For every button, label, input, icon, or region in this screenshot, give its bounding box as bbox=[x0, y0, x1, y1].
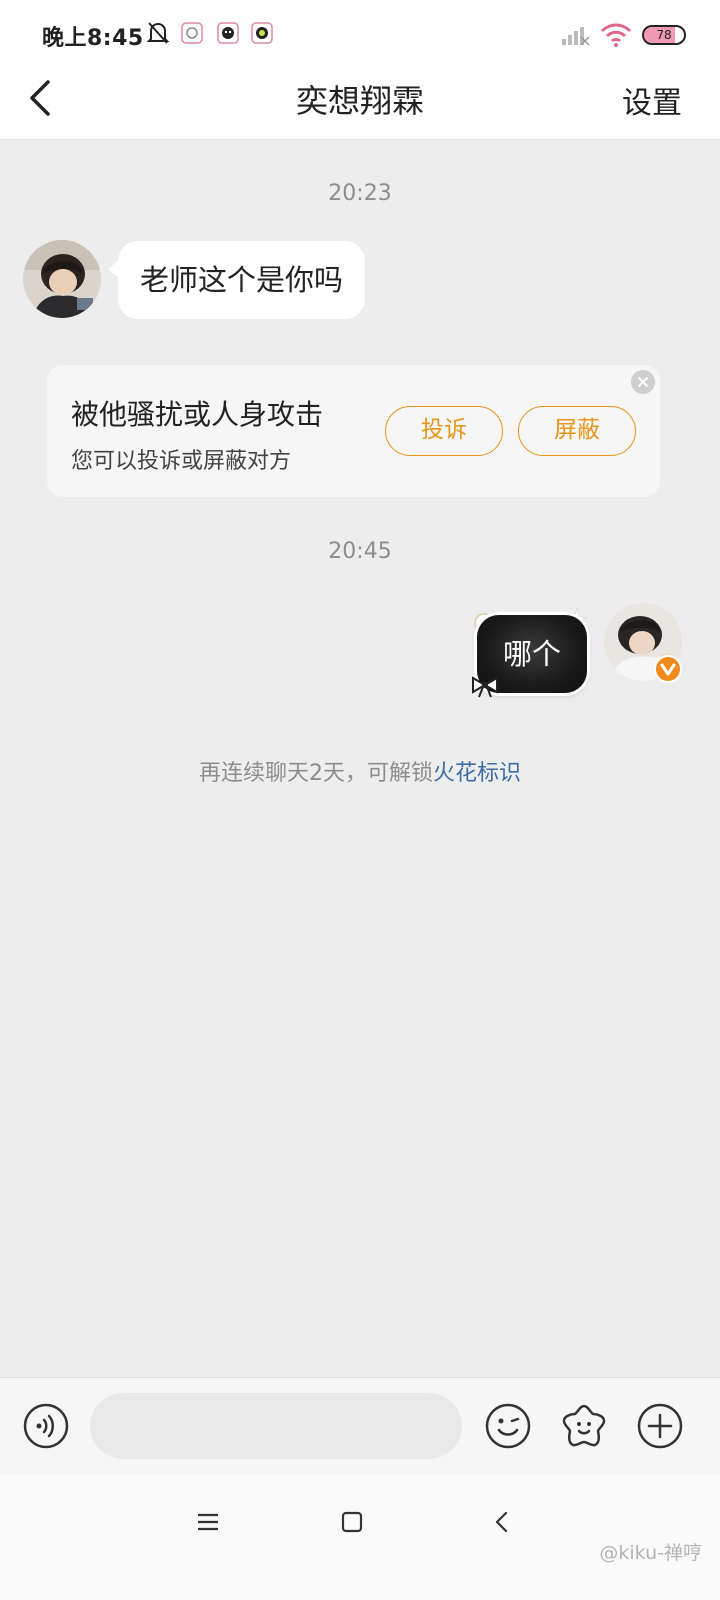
chat-area[interactable]: 20:23 老师这个是你吗 被他骚扰或人身攻击 您可以投诉或屏蔽对方 投诉 屏蔽… bbox=[0, 141, 720, 1377]
complain-button[interactable]: 投诉 bbox=[385, 406, 503, 456]
sticker-icon[interactable] bbox=[560, 1402, 608, 1450]
timestamp: 20:23 bbox=[328, 181, 392, 206]
message-input[interactable] bbox=[90, 1393, 462, 1459]
battery-level: 78 bbox=[656, 28, 672, 42]
app-notification-icon bbox=[217, 22, 239, 44]
close-icon[interactable] bbox=[631, 370, 655, 394]
timestamp: 20:45 bbox=[328, 539, 392, 564]
status-bar: 晚上8:45 78 bbox=[0, 0, 720, 66]
bell-off-icon bbox=[146, 22, 170, 44]
report-card: 被他骚扰或人身攻击 您可以投诉或屏蔽对方 投诉 屏蔽 bbox=[47, 365, 660, 497]
incoming-message-text: 老师这个是你吗 bbox=[140, 263, 344, 297]
incoming-message-bubble[interactable]: 老师这个是你吗 bbox=[107, 241, 366, 319]
status-right-group: 78 bbox=[560, 20, 686, 50]
spark-hint: 再连续聊天2天，可解锁火花标识 bbox=[0, 755, 720, 787]
back-icon[interactable] bbox=[488, 1508, 516, 1536]
bow-decoration-icon bbox=[472, 676, 498, 698]
block-button[interactable]: 屏蔽 bbox=[518, 406, 636, 456]
spark-badge-link[interactable]: 火花标识 bbox=[433, 761, 521, 786]
home-icon[interactable] bbox=[338, 1508, 366, 1536]
battery-icon: 78 bbox=[642, 25, 686, 45]
settings-button[interactable]: 设置 bbox=[622, 78, 682, 122]
app-notification-icon bbox=[251, 22, 273, 44]
outgoing-message-text: 哪个 bbox=[502, 637, 561, 671]
wifi-icon bbox=[600, 23, 632, 47]
navigation-bar: @kiku-禅哼 bbox=[0, 1474, 720, 1600]
title-bar: 奕想翔霖 设置 bbox=[0, 66, 720, 140]
emoji-icon[interactable] bbox=[484, 1402, 532, 1450]
verified-badge-icon bbox=[654, 655, 682, 683]
status-time: 晚上8:45 bbox=[42, 26, 144, 51]
watermark: @kiku-禅哼 bbox=[599, 1542, 702, 1564]
report-card-title: 被他骚扰或人身攻击 bbox=[71, 398, 324, 431]
report-card-subtitle: 您可以投诉或屏蔽对方 bbox=[71, 449, 292, 474]
chat-title: 奕想翔霖 bbox=[295, 82, 424, 120]
app-notification-icon bbox=[181, 22, 203, 44]
plus-icon[interactable] bbox=[636, 1402, 684, 1450]
spark-hint-text: 再连续聊天2天，可解锁 bbox=[198, 761, 433, 786]
contact-avatar[interactable] bbox=[23, 240, 101, 318]
input-bar bbox=[0, 1377, 720, 1474]
menu-icon[interactable] bbox=[194, 1508, 222, 1536]
voice-icon[interactable] bbox=[22, 1402, 70, 1450]
signal-icon bbox=[562, 27, 590, 46]
